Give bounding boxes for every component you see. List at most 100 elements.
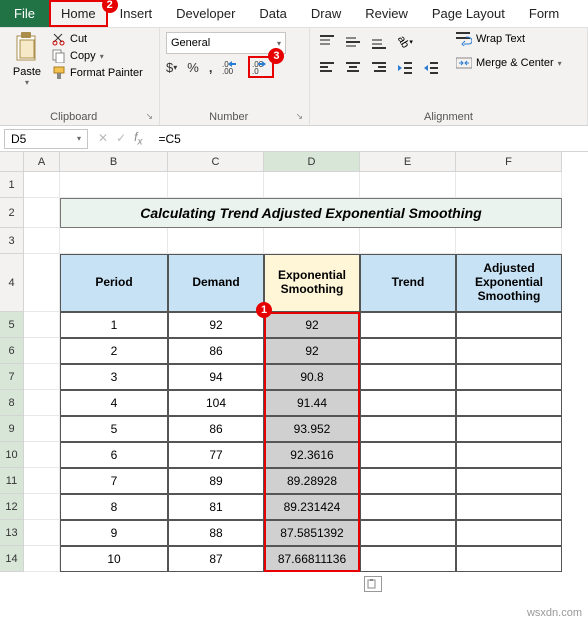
tab-file[interactable]: File [0,0,49,27]
row-header[interactable]: 4 [0,254,24,312]
fx-icon[interactable]: fx [134,130,142,147]
orientation-button[interactable]: ab▾ [394,32,416,52]
cell-period[interactable]: 9 [60,520,168,546]
col-header-E[interactable]: E [360,152,456,172]
cut-button[interactable]: Cut [52,32,143,46]
cell-period[interactable]: 4 [60,390,168,416]
number-format-select[interactable]: General ▾ [166,32,286,54]
formula-input[interactable]: =C5 [152,132,180,146]
cell-adjusted[interactable] [456,364,562,390]
tab-data[interactable]: Data [247,0,298,27]
cell-adjusted[interactable] [456,442,562,468]
tab-developer[interactable]: Developer [164,0,247,27]
cell-expsm[interactable]: 91.44 [264,390,360,416]
tab-draw[interactable]: Draw [299,0,353,27]
cell-adjusted[interactable] [456,520,562,546]
copy-button[interactable]: Copy▾ [52,49,143,63]
cell-demand[interactable]: 92 [168,312,264,338]
tab-formulas[interactable]: Form [517,0,571,27]
increase-indent-button[interactable] [420,58,442,78]
comma-style-button[interactable]: , [209,60,213,75]
cell-adjusted[interactable] [456,494,562,520]
align-top-button[interactable] [316,32,338,52]
row-header[interactable]: 12 [0,494,24,520]
merge-center-button[interactable]: Merge & Center▾ [456,56,562,70]
paste-options-icon[interactable] [364,576,382,592]
header-period[interactable]: Period [60,254,168,312]
row-header[interactable]: 2 [0,198,24,228]
cell-adjusted[interactable] [456,416,562,442]
tab-page-layout[interactable]: Page Layout [420,0,517,27]
align-left-button[interactable] [316,58,338,78]
col-header-A[interactable]: A [24,152,60,172]
cell-adjusted[interactable] [456,338,562,364]
name-box[interactable]: D5 ▾ [4,129,88,149]
header-demand[interactable]: Demand [168,254,264,312]
number-launcher-icon[interactable]: ↘ [295,111,303,122]
cell-adjusted[interactable] [456,390,562,416]
cell-demand[interactable]: 104 [168,390,264,416]
decrease-decimal-button[interactable]: .00.0 3 [250,58,272,76]
row-header[interactable]: 14 [0,546,24,572]
header-adjusted[interactable]: Adjusted Exponential Smoothing [456,254,562,312]
format-painter-button[interactable]: Format Painter [52,66,143,80]
increase-decimal-button[interactable]: .0.00 [222,59,240,75]
row-header[interactable]: 10 [0,442,24,468]
align-middle-button[interactable] [342,32,364,52]
cell-adjusted[interactable] [456,312,562,338]
cell-period[interactable]: 7 [60,468,168,494]
cell-expsm[interactable]: 90.8 [264,364,360,390]
cell-expsm[interactable]: 87.66811136 [264,546,360,572]
cell-expsm[interactable]: 89.28928 [264,468,360,494]
decrease-indent-button[interactable] [394,58,416,78]
cell-demand[interactable]: 94 [168,364,264,390]
cell-demand[interactable]: 86 [168,416,264,442]
cell-period[interactable]: 3 [60,364,168,390]
cell-demand[interactable]: 77 [168,442,264,468]
align-center-button[interactable] [342,58,364,78]
tab-review[interactable]: Review [353,0,420,27]
wrap-text-button[interactable]: Wrap Text [456,32,562,46]
row-header[interactable]: 7 [0,364,24,390]
row-header[interactable]: 3 [0,228,24,254]
cell-trend[interactable] [360,312,456,338]
cell-period[interactable]: 2 [60,338,168,364]
cell-trend[interactable] [360,338,456,364]
cell-period[interactable]: 6 [60,442,168,468]
select-all-button[interactable] [0,152,24,172]
col-header-F[interactable]: F [456,152,562,172]
cell-adjusted[interactable] [456,546,562,572]
cell-expsm[interactable]: 92 [264,312,360,338]
cancel-formula-icon[interactable]: ✕ [98,131,108,145]
accounting-format-button[interactable]: $▾ [166,60,177,75]
cell-period[interactable]: 8 [60,494,168,520]
cell-expsm[interactable]: 92.3616 [264,442,360,468]
cell-period[interactable]: 5 [60,416,168,442]
cell-demand[interactable]: 89 [168,468,264,494]
align-right-button[interactable] [368,58,390,78]
cell-trend[interactable] [360,390,456,416]
row-header[interactable]: 1 [0,172,24,198]
row-header[interactable]: 6 [0,338,24,364]
cell-demand[interactable]: 87 [168,546,264,572]
enter-formula-icon[interactable]: ✓ [116,131,126,145]
cell-trend[interactable] [360,468,456,494]
cell-trend[interactable] [360,364,456,390]
row-header[interactable]: 9 [0,416,24,442]
row-header[interactable]: 5 [0,312,24,338]
cell-expsm[interactable]: 92 [264,338,360,364]
cell-demand[interactable]: 88 [168,520,264,546]
clipboard-launcher-icon[interactable]: ↘ [145,111,153,122]
cell-trend[interactable] [360,442,456,468]
cell-period[interactable]: 1 [60,312,168,338]
cell-demand[interactable]: 81 [168,494,264,520]
cell-demand[interactable]: 86 [168,338,264,364]
cell-trend[interactable] [360,416,456,442]
col-header-B[interactable]: B [60,152,168,172]
row-header[interactable]: 8 [0,390,24,416]
row-header[interactable]: 11 [0,468,24,494]
cell-expsm[interactable]: 87.5851392 [264,520,360,546]
col-header-D[interactable]: D [264,152,360,172]
cell-period[interactable]: 10 [60,546,168,572]
paste-button[interactable]: Paste ▾ [6,32,48,87]
